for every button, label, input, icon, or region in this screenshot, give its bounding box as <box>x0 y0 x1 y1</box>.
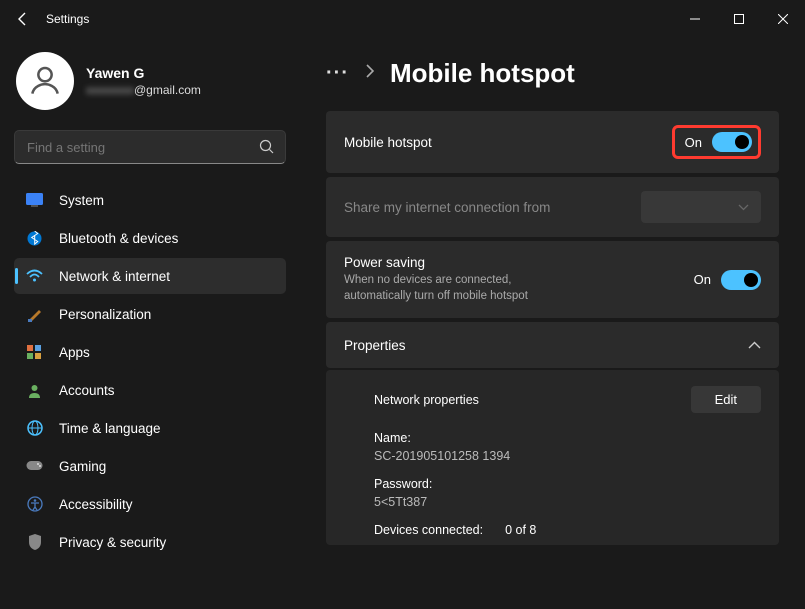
shield-icon <box>26 534 43 551</box>
content: ··· Mobile hotspot Mobile hotspot On Sha… <box>298 38 805 609</box>
hotspot-toggle[interactable] <box>712 132 752 152</box>
account-name: Yawen G <box>86 65 201 81</box>
share-dropdown <box>641 191 761 223</box>
name-label: Name: <box>374 431 761 445</box>
search-input[interactable] <box>14 130 286 164</box>
sidebar-item-personalization[interactable]: Personalization <box>14 296 286 332</box>
chevron-down-icon <box>738 204 749 211</box>
maximize-button[interactable] <box>717 3 761 35</box>
sidebar-item-privacy[interactable]: Privacy & security <box>14 524 286 560</box>
password-label: Password: <box>374 477 761 491</box>
clock-globe-icon <box>26 420 43 437</box>
title-bar: Settings <box>0 0 805 38</box>
back-button[interactable] <box>14 10 32 28</box>
sidebar-label: Accessibility <box>59 497 133 512</box>
power-desc: When no devices are connected,automatica… <box>344 272 528 304</box>
account-block[interactable]: Yawen G xxxxxxxx@gmail.com <box>14 52 286 110</box>
sidebar-label: Gaming <box>59 459 106 474</box>
sidebar-label: Network & internet <box>59 269 170 284</box>
power-panel: Power saving When no devices are connect… <box>326 241 779 318</box>
page-title: Mobile hotspot <box>390 58 575 89</box>
share-label: Share my internet connection from <box>344 200 550 215</box>
sidebar-label: Apps <box>59 345 90 360</box>
power-title: Power saving <box>344 255 528 270</box>
edit-button[interactable]: Edit <box>691 386 761 413</box>
close-button[interactable] <box>761 3 805 35</box>
devices-value: 0 of 8 <box>505 523 536 537</box>
sidebar-item-accounts[interactable]: Accounts <box>14 372 286 408</box>
sidebar-item-apps[interactable]: Apps <box>14 334 286 370</box>
chevron-right-icon <box>365 64 374 83</box>
apps-icon <box>26 344 43 361</box>
sidebar-label: Privacy & security <box>59 535 166 550</box>
name-value: SC-201905101258 1394 <box>374 449 761 463</box>
sidebar-label: Time & language <box>59 421 161 436</box>
sidebar-item-accessibility[interactable]: Accessibility <box>14 486 286 522</box>
hotspot-state: On <box>685 135 702 150</box>
devices-label: Devices connected: <box>374 523 483 537</box>
minimize-button[interactable] <box>673 3 717 35</box>
highlight-box: On <box>672 125 761 159</box>
properties-header[interactable]: Properties <box>326 322 779 368</box>
bluetooth-icon <box>26 230 43 247</box>
sidebar-item-network[interactable]: Network & internet <box>14 258 286 294</box>
password-value: 5<5Tt387 <box>374 495 761 509</box>
breadcrumb: ··· Mobile hotspot <box>326 58 779 89</box>
hotspot-panel: Mobile hotspot On <box>326 111 779 173</box>
network-properties-label: Network properties <box>374 393 479 407</box>
sidebar: Yawen G xxxxxxxx@gmail.com System Blueto… <box>0 38 298 609</box>
hotspot-label: Mobile hotspot <box>344 135 432 150</box>
sidebar-item-system[interactable]: System <box>14 182 286 218</box>
sidebar-label: Accounts <box>59 383 115 398</box>
chevron-up-icon <box>748 336 761 354</box>
system-icon <box>26 192 43 209</box>
more-icon[interactable]: ··· <box>326 62 349 85</box>
properties-label: Properties <box>344 338 406 353</box>
sidebar-label: System <box>59 193 104 208</box>
power-toggle[interactable] <box>721 270 761 290</box>
properties-body: Network properties Edit Name: SC-2019051… <box>326 370 779 545</box>
window-title: Settings <box>46 12 89 26</box>
sidebar-item-bluetooth[interactable]: Bluetooth & devices <box>14 220 286 256</box>
person-icon <box>26 382 43 399</box>
share-panel: Share my internet connection from <box>326 177 779 237</box>
search-icon <box>259 139 274 159</box>
accessibility-icon <box>26 496 43 513</box>
sidebar-label: Bluetooth & devices <box>59 231 178 246</box>
sidebar-item-gaming[interactable]: Gaming <box>14 448 286 484</box>
gaming-icon <box>26 458 43 475</box>
power-state: On <box>694 272 711 287</box>
brush-icon <box>26 306 43 323</box>
account-email: xxxxxxxx@gmail.com <box>86 83 201 97</box>
avatar <box>16 52 74 110</box>
sidebar-label: Personalization <box>59 307 151 322</box>
sidebar-item-time[interactable]: Time & language <box>14 410 286 446</box>
wifi-icon <box>26 268 43 285</box>
